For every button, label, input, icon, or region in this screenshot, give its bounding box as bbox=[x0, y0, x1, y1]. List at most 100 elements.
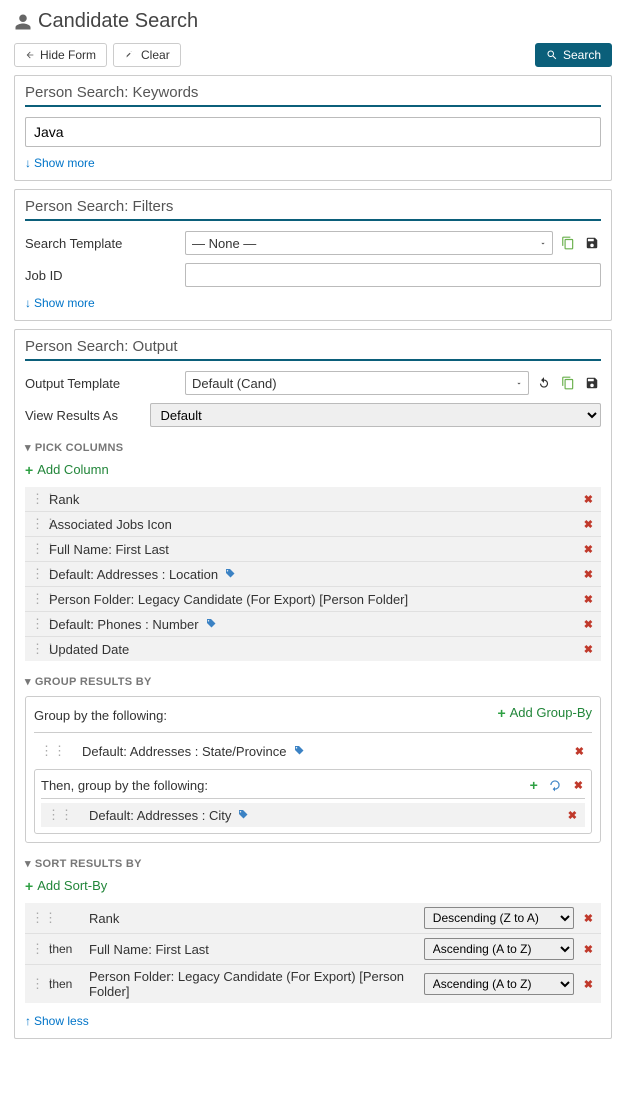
sort-name: Full Name: First Last bbox=[89, 942, 416, 957]
column-label: Default: Phones : Number bbox=[49, 617, 199, 632]
view-results-label: View Results As bbox=[25, 408, 150, 423]
arrow-down-icon: ↓ bbox=[25, 296, 31, 310]
hide-form-button[interactable]: Hide Form bbox=[14, 43, 107, 67]
column-row: ⋮⋮ Full Name: First Last ✖ bbox=[25, 536, 601, 561]
drag-handle-icon[interactable]: ⋮⋮ bbox=[31, 541, 41, 557]
refresh-nested-icon[interactable] bbox=[546, 776, 564, 794]
sort-table: ⋮⋮ Rank Descending (Z to A) ✖ ⋮⋮ then Full Nam… bbox=[25, 903, 601, 1003]
save-output-template-icon[interactable] bbox=[583, 374, 601, 392]
then-group-by-row: ⋮⋮ Default: Addresses : City ✖ bbox=[41, 803, 585, 827]
sort-then-label: then bbox=[49, 942, 81, 956]
sort-name: Person Folder: Legacy Candidate (For Exp… bbox=[89, 969, 416, 999]
page-title: Candidate Search bbox=[14, 10, 612, 33]
reset-template-icon[interactable] bbox=[535, 374, 553, 392]
drag-handle-icon[interactable]: ⋮⋮ bbox=[31, 491, 41, 507]
column-row: ⋮⋮ Default: Addresses : Location ✖ bbox=[25, 561, 601, 586]
output-panel-title: Person Search: Output bbox=[25, 338, 601, 361]
clear-label: Clear bbox=[141, 48, 170, 62]
drag-handle-icon[interactable]: ⋮⋮ bbox=[31, 616, 41, 632]
column-label: Full Name: First Last bbox=[49, 542, 169, 557]
add-column-button[interactable]: + Add Column bbox=[25, 462, 109, 477]
remove-column-button[interactable]: ✖ bbox=[582, 643, 595, 656]
keywords-panel: Person Search: Keywords ↓ Show more bbox=[14, 75, 612, 181]
group-by-label: Group by the following: bbox=[34, 708, 167, 723]
drag-handle-icon[interactable]: ⋮⋮ bbox=[31, 641, 41, 657]
remove-column-button[interactable]: ✖ bbox=[582, 493, 595, 506]
keywords-show-more[interactable]: ↓ Show more bbox=[25, 156, 95, 170]
group-results-title: GROUP RESULTS BY bbox=[35, 676, 152, 688]
view-results-select[interactable]: Default bbox=[150, 403, 601, 427]
remove-sort-button[interactable]: ✖ bbox=[582, 978, 595, 991]
sort-direction-select[interactable]: Ascending (A to Z) bbox=[424, 973, 574, 995]
column-label: Associated Jobs Icon bbox=[49, 517, 172, 532]
page-title-text: Candidate Search bbox=[38, 10, 198, 33]
tag-icon bbox=[224, 568, 236, 580]
remove-column-button[interactable]: ✖ bbox=[582, 593, 595, 606]
pick-columns-title: PICK COLUMNS bbox=[35, 442, 124, 454]
drag-handle-icon[interactable]: ⋮⋮ bbox=[31, 516, 41, 532]
output-template-value: Default (Cand) bbox=[185, 371, 529, 395]
arrow-left-icon bbox=[25, 50, 35, 60]
filters-show-more-label: Show more bbox=[34, 296, 95, 310]
column-label: Person Folder: Legacy Candidate (For Exp… bbox=[49, 592, 408, 607]
add-group-by-button[interactable]: + Add Group-By bbox=[497, 705, 592, 720]
plus-icon: + bbox=[497, 706, 505, 720]
job-id-label: Job ID bbox=[25, 268, 185, 283]
drag-handle-icon[interactable]: ⋮⋮ bbox=[31, 941, 41, 957]
search-label: Search bbox=[563, 48, 601, 62]
copy-output-template-icon[interactable] bbox=[559, 374, 577, 392]
tag-icon bbox=[237, 809, 249, 821]
search-template-select[interactable]: — None — bbox=[185, 231, 553, 255]
search-template-value: — None — bbox=[185, 231, 553, 255]
keywords-input[interactable] bbox=[25, 117, 601, 147]
toolbar: Hide Form Clear Search bbox=[14, 43, 612, 67]
filters-panel: Person Search: Filters Search Template —… bbox=[14, 189, 612, 321]
eraser-icon bbox=[124, 50, 136, 60]
add-nested-group-icon[interactable]: + bbox=[530, 778, 538, 792]
drag-handle-icon[interactable]: ⋮⋮ bbox=[47, 807, 57, 823]
column-list: ⋮⋮Rank✖⋮⋮Associated Jobs Icon✖⋮⋮Full Nam… bbox=[25, 487, 601, 661]
caret-down-icon: ▾ bbox=[25, 857, 31, 870]
add-sort-by-label: Add Sort-By bbox=[37, 878, 107, 893]
search-button[interactable]: Search bbox=[535, 43, 612, 67]
drag-handle-icon[interactable]: ⋮⋮ bbox=[31, 976, 41, 992]
sort-direction-select[interactable]: Descending (Z to A) bbox=[424, 907, 574, 929]
column-row: ⋮⋮Rank✖ bbox=[25, 487, 601, 511]
remove-column-button[interactable]: ✖ bbox=[582, 518, 595, 531]
filters-show-more[interactable]: ↓ Show more bbox=[25, 296, 95, 310]
plus-icon: + bbox=[25, 463, 33, 477]
remove-column-button[interactable]: ✖ bbox=[582, 618, 595, 631]
column-label: Default: Addresses : Location bbox=[49, 567, 218, 582]
clear-button[interactable]: Clear bbox=[113, 43, 181, 67]
drag-handle-icon[interactable]: ⋮⋮ bbox=[31, 910, 41, 926]
save-template-icon[interactable] bbox=[583, 234, 601, 252]
copy-template-icon[interactable] bbox=[559, 234, 577, 252]
remove-nested-row-button[interactable]: ✖ bbox=[566, 809, 579, 822]
sort-direction-select[interactable]: Ascending (A to Z) bbox=[424, 938, 574, 960]
sort-row: ⋮⋮ Rank Descending (Z to A) ✖ bbox=[25, 903, 601, 933]
group-results-header[interactable]: ▾ GROUP RESULTS BY bbox=[25, 675, 601, 688]
remove-nested-box-button[interactable]: ✖ bbox=[572, 779, 585, 792]
remove-group-by-button[interactable]: ✖ bbox=[573, 745, 586, 758]
output-template-label: Output Template bbox=[25, 376, 185, 391]
drag-handle-icon[interactable]: ⋮⋮ bbox=[40, 743, 50, 759]
sort-results-header[interactable]: ▾ SORT RESULTS BY bbox=[25, 857, 601, 870]
group-by-row: ⋮⋮ Default: Addresses : State/Province ✖ bbox=[34, 739, 592, 763]
caret-down-icon: ▾ bbox=[25, 675, 31, 688]
output-show-less[interactable]: ↑ Show less bbox=[25, 1014, 89, 1028]
remove-sort-button[interactable]: ✖ bbox=[582, 943, 595, 956]
pick-columns-header[interactable]: ▾ PICK COLUMNS bbox=[25, 441, 601, 454]
drag-handle-icon[interactable]: ⋮⋮ bbox=[31, 566, 41, 582]
search-icon bbox=[546, 49, 558, 61]
output-template-select[interactable]: Default (Cand) bbox=[185, 371, 529, 395]
hide-form-label: Hide Form bbox=[40, 48, 96, 62]
sort-then-label: then bbox=[49, 977, 81, 991]
add-sort-by-button[interactable]: + Add Sort-By bbox=[25, 878, 107, 893]
remove-sort-button[interactable]: ✖ bbox=[582, 912, 595, 925]
sort-name: Rank bbox=[89, 911, 416, 926]
drag-handle-icon[interactable]: ⋮⋮ bbox=[31, 591, 41, 607]
then-group-by-box: Then, group by the following: + ✖ ⋮⋮ Def… bbox=[34, 769, 592, 834]
job-id-input[interactable] bbox=[185, 263, 601, 287]
remove-column-button[interactable]: ✖ bbox=[582, 543, 595, 556]
remove-column-button[interactable]: ✖ bbox=[582, 568, 595, 581]
